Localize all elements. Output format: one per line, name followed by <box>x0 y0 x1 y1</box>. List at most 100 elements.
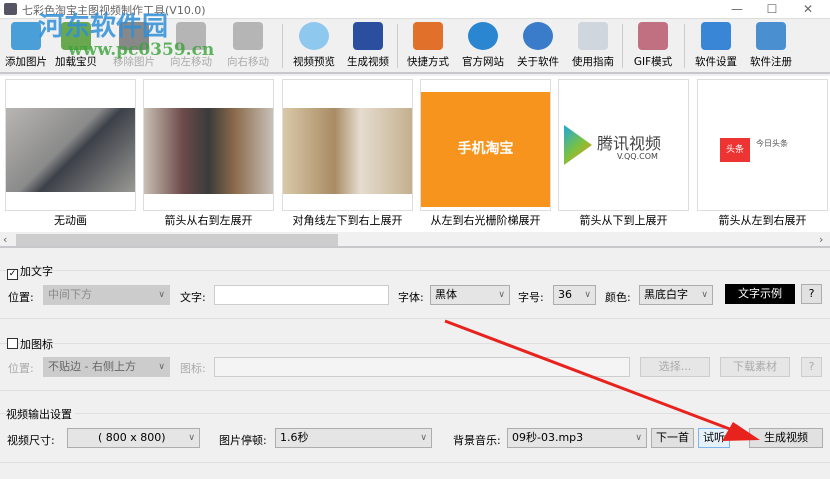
chevron-down-icon: ∨ <box>701 290 708 300</box>
next-song-button[interactable]: 下一首 <box>651 428 694 448</box>
text-label: 文字: <box>180 291 206 304</box>
transition-thumbnail[interactable] <box>282 79 413 211</box>
toolbar-button-arrow-right[interactable]: 向右移动 <box>222 22 274 72</box>
font-label: 字体: <box>398 291 424 304</box>
thumbnail-caption: 今日头条 <box>756 139 788 148</box>
magnifier-icon <box>299 22 329 50</box>
add-image-icon <box>11 22 41 50</box>
toolbar-button-gear[interactable]: 软件设置 <box>690 22 742 72</box>
gear-icon <box>701 22 731 50</box>
toolbar-button-clapperboard[interactable]: 生成视频 <box>342 22 394 72</box>
toolbar-button-magnifier[interactable]: 视频预览 <box>288 22 340 72</box>
arrow-right-icon <box>233 22 263 50</box>
color-select[interactable]: 黑底白字 ∨ <box>639 285 713 305</box>
toolbar-button-info[interactable]: 关于软件 <box>512 22 564 72</box>
thumbnail-caption: 手机淘宝 <box>457 141 514 157</box>
download-material-button[interactable]: 下载素材 <box>720 357 790 377</box>
font-value: 黑体 <box>435 288 457 301</box>
toolbar-button-label: 官方网站 <box>462 56 504 68</box>
transition-label: 箭头从右到左展开 <box>164 214 253 227</box>
color-label: 颜色: <box>605 291 631 304</box>
choose-icon-button[interactable]: 选择... <box>640 357 710 377</box>
transition-strip: 无动画 箭头从右到左展开 对角线左下到右上展开 手机淘宝 从左到右光栅阶梯展开 腾讯视频 V… <box>0 76 830 232</box>
icon-position-select[interactable]: 不贴边 - 右侧上方 ∨ <box>43 357 170 377</box>
scroll-right-icon[interactable]: › <box>819 233 823 246</box>
monitor-icon <box>756 22 786 50</box>
app-icon <box>4 3 17 15</box>
maximize-button[interactable]: ☐ <box>757 0 787 19</box>
add-icon-checkbox[interactable]: 加图标 <box>7 336 53 352</box>
background-music-select[interactable]: 09秒-03.mp3 ∨ <box>507 428 647 448</box>
toolbar-separator <box>684 24 685 68</box>
checkbox-checked-icon[interactable]: ✓ <box>7 269 18 280</box>
scroll-left-icon[interactable]: ‹ <box>3 233 7 246</box>
transition-thumbnail[interactable]: 腾讯视频 V.QQ.COM <box>558 79 689 211</box>
icon-file-label: 图标: <box>180 362 206 375</box>
chevron-down-icon: ∨ <box>420 433 427 443</box>
size-select[interactable]: 36 ∨ <box>553 285 596 305</box>
thumbnail-caption: 腾讯视频 <box>597 134 662 153</box>
transition-label: 箭头从下到上展开 <box>579 214 668 227</box>
chevron-down-icon: ∨ <box>158 290 165 300</box>
icon-file-input[interactable] <box>214 357 630 377</box>
toolbar-button-label: 软件注册 <box>750 56 792 68</box>
transition-label: 无动画 <box>54 214 87 227</box>
close-button[interactable]: ✕ <box>793 0 823 19</box>
icon-help-button[interactable]: ? <box>801 357 822 377</box>
transition-thumbnail[interactable] <box>5 79 136 211</box>
transition-label: 箭头从左到右展开 <box>718 214 807 227</box>
chevron-down-icon: ∨ <box>188 433 195 443</box>
divider <box>0 462 830 463</box>
watermark-logo: 河东软件园 <box>38 12 169 42</box>
checkbox-unchecked-icon[interactable] <box>7 338 18 349</box>
video-size-select[interactable]: ( 800 x 800) ∨ <box>67 428 200 448</box>
video-size-label: 视频尺寸: <box>7 434 55 447</box>
transition-thumbnail[interactable] <box>143 79 274 211</box>
icon-position-label: 位置: <box>8 362 34 375</box>
video-size-value: ( 800 x 800) <box>98 431 166 444</box>
image-pause-label: 图片停顿: <box>219 434 267 447</box>
color-value: 黑底白字 <box>644 288 688 301</box>
add-icon-label: 加图标 <box>20 338 53 351</box>
toolbar-button-label: 使用指南 <box>572 56 614 68</box>
toolbar-separator <box>282 24 283 68</box>
transition-thumbnail[interactable]: 头条 今日头条 <box>697 79 828 211</box>
horizontal-scrollbar[interactable]: ‹ › <box>0 232 830 248</box>
text-help-button[interactable]: ? <box>801 284 822 304</box>
icon-position-value: 不贴边 - 右侧上方 <box>48 360 136 373</box>
transition-label: 对角线左下到右上展开 <box>292 214 403 227</box>
toolbar-button-label: 关于软件 <box>517 56 559 68</box>
divider <box>0 390 830 391</box>
chevron-down-icon: ∨ <box>635 433 642 443</box>
watermark-url: www.pc0359.cn <box>68 40 215 60</box>
minimize-button[interactable]: — <box>722 0 752 19</box>
add-text-checkbox[interactable]: ✓ 加文字 <box>7 263 53 280</box>
text-sample-button[interactable]: 文字示例 <box>725 284 795 304</box>
text-position-label: 位置: <box>8 291 34 304</box>
toolbar-button-gif[interactable]: GIF模式 <box>627 22 679 72</box>
transition-thumbnail[interactable]: 手机淘宝 <box>420 79 551 211</box>
toolbar-button-cubes[interactable]: 快捷方式 <box>402 22 454 72</box>
image-pause-select[interactable]: 1.6秒 ∨ <box>275 428 432 448</box>
size-value: 36 <box>558 288 572 301</box>
toolbar-button-monitor[interactable]: 软件注册 <box>745 22 797 72</box>
scrollbar-thumb[interactable] <box>16 234 338 246</box>
toolbar-button-label: 生成视频 <box>347 56 389 68</box>
listen-button[interactable]: 试听 <box>698 428 730 448</box>
toolbar-button-ie[interactable]: 官方网站 <box>457 22 509 72</box>
text-position-value: 中间下方 <box>48 288 92 301</box>
size-label: 字号: <box>518 291 544 304</box>
thumbnail-image <box>144 108 273 194</box>
text-position-select[interactable]: 中间下方 ∨ <box>43 285 170 305</box>
font-select[interactable]: 黑体 ∨ <box>430 285 510 305</box>
tencent-video-logo-icon <box>564 125 592 165</box>
text-section <box>0 270 830 271</box>
toolbar-button-label: 添加图片 <box>5 56 47 68</box>
divider <box>0 318 830 319</box>
toolbar-button-guide[interactable]: 使用指南 <box>567 22 619 72</box>
output-section-title: 视频输出设置 <box>6 406 75 422</box>
guide-icon <box>578 22 608 50</box>
generate-video-button[interactable]: 生成视频 <box>749 428 823 448</box>
thumbnail-subcaption: V.QQ.COM <box>617 152 658 161</box>
text-input[interactable] <box>214 285 389 305</box>
